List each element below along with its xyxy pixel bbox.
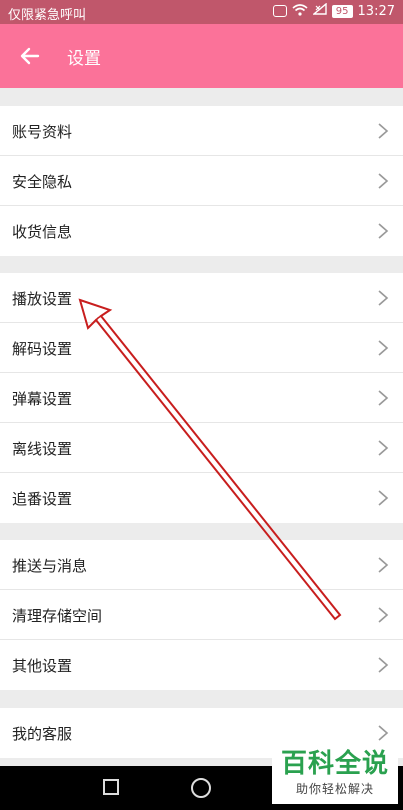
- chevron-right-icon: [378, 173, 389, 189]
- settings-item-label: 我的客服: [12, 725, 73, 743]
- settings-item-bangumi[interactable]: 追番设置: [0, 473, 403, 523]
- chevron-right-icon: [378, 223, 389, 239]
- carrier-text: 仅限紧急呼叫: [8, 8, 87, 23]
- signal-icon: [311, 2, 327, 19]
- chevron-right-icon: [378, 440, 389, 456]
- chevron-right-icon: [378, 490, 389, 506]
- chevron-right-icon: [378, 557, 389, 573]
- settings-item-label: 推送与消息: [12, 557, 88, 575]
- app-bar: 设置: [0, 24, 403, 88]
- page-title: 设置: [67, 49, 101, 69]
- settings-group-account: 账号资料 安全隐私 收货信息: [0, 106, 403, 256]
- battery-indicator: 95: [331, 4, 353, 18]
- wifi-icon: [292, 3, 308, 19]
- settings-item-offline[interactable]: 离线设置: [0, 423, 403, 473]
- recent-apps-button[interactable]: [103, 779, 119, 795]
- settings-item-label: 清理存储空间: [12, 607, 103, 625]
- watermark: 百科全说 助你轻松解决: [272, 748, 398, 804]
- settings-group-playback: 播放设置 解码设置 弹幕设置 离线设置 追番设置: [0, 273, 403, 523]
- settings-item-label: 账号资料: [12, 123, 73, 141]
- settings-item-other[interactable]: 其他设置: [0, 640, 403, 690]
- settings-item-label: 播放设置: [12, 290, 73, 308]
- settings-group-other: 推送与消息 清理存储空间 其他设置: [0, 540, 403, 690]
- settings-item-account-profile[interactable]: 账号资料: [0, 106, 403, 156]
- settings-item-label: 追番设置: [12, 490, 73, 508]
- settings-item-label: 收货信息: [12, 223, 73, 241]
- settings-item-label: 解码设置: [12, 340, 73, 358]
- chevron-right-icon: [378, 657, 389, 673]
- settings-item-label: 安全隐私: [12, 173, 73, 191]
- chevron-right-icon: [378, 290, 389, 306]
- status-bar: 仅限紧急呼叫 95 13:27: [0, 0, 403, 24]
- settings-item-clear-storage[interactable]: 清理存储空间: [0, 590, 403, 640]
- settings-item-security-privacy[interactable]: 安全隐私: [0, 156, 403, 206]
- settings-item-label: 其他设置: [12, 657, 73, 675]
- chevron-right-icon: [378, 340, 389, 356]
- settings-item-push-messages[interactable]: 推送与消息: [0, 540, 403, 590]
- chevron-right-icon: [378, 123, 389, 139]
- nfc-icon: [272, 5, 287, 17]
- chevron-right-icon: [378, 725, 389, 741]
- settings-item-shipping-info[interactable]: 收货信息: [0, 206, 403, 256]
- chevron-right-icon: [378, 607, 389, 623]
- clock: 13:27: [357, 3, 395, 19]
- chevron-right-icon: [378, 390, 389, 406]
- settings-item-decoding[interactable]: 解码设置: [0, 323, 403, 373]
- settings-item-playback[interactable]: 播放设置: [0, 273, 403, 323]
- settings-item-danmaku[interactable]: 弹幕设置: [0, 373, 403, 423]
- settings-item-label: 离线设置: [12, 440, 73, 458]
- watermark-main: 百科全说: [280, 749, 389, 779]
- settings-item-label: 弹幕设置: [12, 390, 73, 408]
- watermark-sub: 助你轻松解决: [295, 782, 374, 796]
- status-icons: 95 13:27: [272, 2, 395, 19]
- home-button[interactable]: [191, 778, 211, 798]
- arrow-left-icon[interactable]: [16, 42, 44, 70]
